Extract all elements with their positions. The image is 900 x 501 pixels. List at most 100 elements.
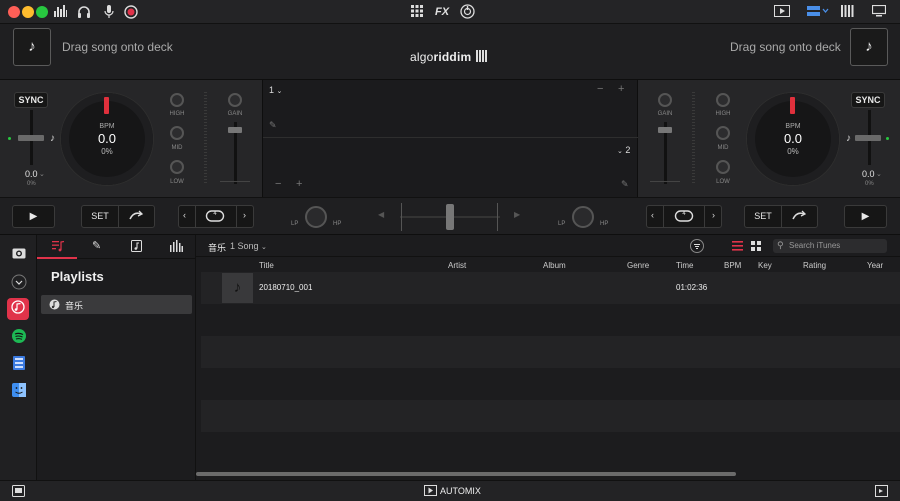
playlists-heading: Playlists xyxy=(51,269,104,284)
filter-knob-right[interactable] xyxy=(572,206,594,228)
zoom-in-button-2[interactable]: + xyxy=(296,178,302,190)
video-file-icon[interactable] xyxy=(9,356,29,376)
loop-decrease-left[interactable]: ‹ xyxy=(183,210,186,220)
edit-tab[interactable]: ✎ xyxy=(92,239,101,252)
spotify-icon[interactable] xyxy=(9,329,29,349)
gain-knob-right[interactable] xyxy=(658,93,672,107)
table-row[interactable] xyxy=(201,400,900,432)
column-year[interactable]: Year xyxy=(867,261,883,270)
platter-left[interactable]: BPM 0.0 0% xyxy=(61,93,153,185)
music-icon[interactable] xyxy=(7,298,29,320)
play-button-left[interactable]: ▶ xyxy=(12,205,55,228)
column-key[interactable]: Key xyxy=(758,261,772,270)
column-time[interactable]: Time xyxy=(676,261,693,270)
chevron-down-icon[interactable]: ⌄ xyxy=(876,170,882,178)
column-rating[interactable]: Rating xyxy=(803,261,826,270)
column-artist[interactable]: Artist xyxy=(448,261,466,270)
grid-icon[interactable] xyxy=(410,5,424,20)
status-dot xyxy=(886,137,889,140)
pencil-icon[interactable]: ✎ xyxy=(269,120,277,131)
volume-fader-handle-left[interactable] xyxy=(228,127,242,133)
loop-increase-left[interactable]: › xyxy=(243,210,246,220)
automix-icon[interactable] xyxy=(424,485,437,499)
eq-high-knob-left[interactable] xyxy=(170,93,184,107)
zoom-out-button-2[interactable]: − xyxy=(275,178,281,190)
sampler-icon[interactable] xyxy=(459,4,475,22)
source-sidebar xyxy=(0,235,37,480)
automix-button[interactable]: AUTOMIX xyxy=(440,486,481,496)
horizontal-scrollbar[interactable] xyxy=(196,472,736,476)
music-file-tab[interactable] xyxy=(131,240,142,255)
layout-icon[interactable] xyxy=(807,5,829,20)
search-input[interactable]: ⚲ Search iTunes xyxy=(773,239,887,253)
bpm-label-right: BPM xyxy=(785,123,801,130)
display-icon[interactable] xyxy=(871,4,887,20)
platter-right[interactable]: BPM 0.0 0% xyxy=(747,93,839,185)
playlist-item-music[interactable]: 音乐 xyxy=(41,295,192,314)
mixer-icon[interactable] xyxy=(840,5,854,20)
pitch-fader-handle-right[interactable] xyxy=(855,135,881,141)
record-icon[interactable] xyxy=(124,5,138,22)
camera-icon[interactable] xyxy=(9,246,29,266)
filter-knob-left[interactable] xyxy=(305,206,327,228)
zoom-in-button-1[interactable]: + xyxy=(618,83,624,95)
gain-knob-left[interactable] xyxy=(228,93,242,107)
pitch-value-left: 0.0 xyxy=(25,169,38,179)
deck2-label[interactable]: ⌄ 2 xyxy=(617,145,630,155)
eq-low-knob-right[interactable] xyxy=(716,160,730,174)
sync-button-left[interactable]: SYNC xyxy=(14,92,48,108)
column-bpm[interactable]: BPM xyxy=(724,261,741,270)
crossfader-left-arrow[interactable]: ◀ xyxy=(378,210,384,219)
waveform-tab[interactable] xyxy=(170,240,183,255)
pencil-icon[interactable]: ✎ xyxy=(621,179,629,190)
headphones-icon[interactable] xyxy=(77,5,91,21)
crossfader-tick xyxy=(497,203,498,231)
jump-icon[interactable] xyxy=(791,209,807,224)
zoom-window-button[interactable] xyxy=(36,6,48,18)
add-to-deck-icon[interactable] xyxy=(875,485,888,500)
table-row[interactable]: ♪ 20180710_001 01:02:36 xyxy=(201,272,900,304)
pitch-fader-handle-left[interactable] xyxy=(18,135,44,141)
hp-label-left: HP xyxy=(333,221,342,227)
fader-baseline xyxy=(650,181,680,182)
list-view-icon[interactable] xyxy=(732,241,743,254)
chevron-down-icon[interactable] xyxy=(9,274,29,294)
deck-left-artwork[interactable]: ♪ xyxy=(13,28,51,66)
column-album[interactable]: Album xyxy=(543,261,566,270)
deck-right-artwork[interactable]: ♪ xyxy=(850,28,888,66)
eq-mid-knob-right[interactable] xyxy=(716,126,730,140)
app-logo: algoriddim xyxy=(410,50,488,64)
sync-button-right[interactable]: SYNC xyxy=(851,92,885,108)
eq-low-knob-left[interactable] xyxy=(170,160,184,174)
crossfader-right-arrow[interactable]: ▶ xyxy=(514,210,520,219)
finder-icon[interactable] xyxy=(9,383,29,403)
loop-decrease-right[interactable]: ‹ xyxy=(651,210,654,220)
song-count[interactable]: 1 Song ⌄ xyxy=(230,241,267,251)
crossfader-handle[interactable] xyxy=(446,204,454,230)
camera-icon[interactable] xyxy=(12,485,25,500)
loop-increase-right[interactable]: › xyxy=(712,210,715,220)
play-button-right[interactable]: ▶ xyxy=(844,205,887,228)
equalizer-icon[interactable] xyxy=(53,5,67,20)
breadcrumb[interactable]: 音乐 xyxy=(208,241,226,254)
eq-high-knob-right[interactable] xyxy=(716,93,730,107)
jump-icon[interactable] xyxy=(128,209,144,224)
column-title[interactable]: Title xyxy=(259,261,274,270)
minimize-window-button[interactable] xyxy=(22,6,34,18)
zoom-out-button-1[interactable]: − xyxy=(597,83,603,95)
gain-label-right: GAIN xyxy=(657,111,673,117)
chevron-down-icon[interactable]: ⌄ xyxy=(39,170,45,178)
table-row[interactable] xyxy=(201,336,900,368)
deck1-waveform[interactable] xyxy=(263,80,639,138)
playlist-tab[interactable] xyxy=(52,240,65,255)
eq-mid-knob-left[interactable] xyxy=(170,126,184,140)
volume-fader-handle-right[interactable] xyxy=(658,127,672,133)
grid-view-icon[interactable] xyxy=(751,241,761,254)
deck1-label[interactable]: 1 ⌄ xyxy=(269,85,282,95)
fx-icon[interactable]: FX xyxy=(434,5,450,19)
video-icon[interactable] xyxy=(774,5,790,20)
filter-icon[interactable] xyxy=(690,239,704,253)
microphone-icon[interactable] xyxy=(103,5,115,21)
column-genre[interactable]: Genre xyxy=(627,261,649,270)
close-window-button[interactable] xyxy=(8,6,20,18)
